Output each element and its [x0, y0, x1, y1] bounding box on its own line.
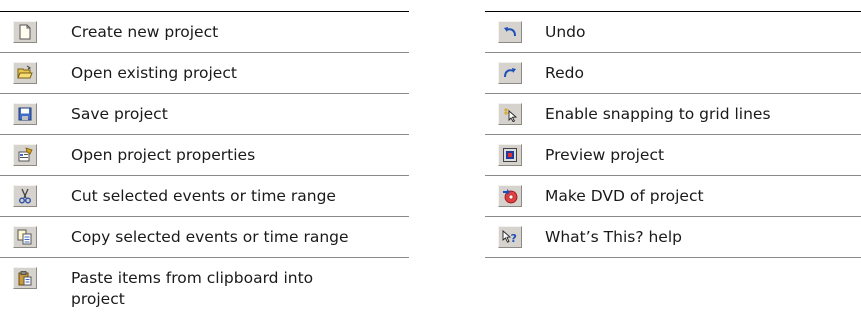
table-row: Save project — [0, 94, 409, 135]
save-floppy-icon — [13, 103, 37, 125]
svg-text:?: ? — [511, 232, 517, 245]
row-label: Open project properties — [71, 146, 256, 164]
table-row: ? What’s This? help — [485, 217, 861, 258]
row-label: Paste items from clipboard into project — [71, 269, 314, 308]
right-toolbar-reference-table: Undo Redo Enable snapping to grid lines — [485, 11, 861, 258]
paste-clipboard-icon — [13, 267, 37, 289]
row-label: Cut selected events or time range — [71, 187, 336, 205]
table-row: Redo — [485, 53, 861, 94]
copy-icon — [13, 226, 37, 248]
table-row: Create new project — [0, 12, 409, 53]
preview-monitor-icon — [498, 144, 522, 166]
new-document-icon — [13, 21, 37, 43]
table-row: Open project properties — [0, 135, 409, 176]
redo-icon — [498, 62, 522, 84]
row-label: Preview project — [545, 146, 665, 164]
whats-this-help-icon: ? — [498, 226, 522, 248]
row-label: Undo — [545, 23, 586, 41]
open-folder-icon — [13, 62, 37, 84]
row-label: Enable snapping to grid lines — [545, 105, 771, 123]
row-label: What’s This? help — [545, 228, 682, 246]
properties-icon — [13, 144, 37, 166]
row-label: Create new project — [71, 23, 219, 41]
table-row: Make DVD of project — [485, 176, 861, 217]
row-label: Open existing project — [71, 64, 237, 82]
table-row: Copy selected events or time range — [0, 217, 409, 258]
cut-scissors-icon — [13, 185, 37, 207]
table-row: Open existing project — [0, 53, 409, 94]
snap-grid-icon — [498, 103, 522, 125]
undo-icon — [498, 21, 522, 43]
left-toolbar-reference-table: Create new project Open existing project… — [0, 11, 409, 329]
table-row: Paste items from clipboard into project — [0, 258, 409, 329]
row-label: Save project — [71, 105, 168, 123]
make-dvd-icon — [498, 185, 522, 207]
table-row: Undo — [485, 12, 861, 53]
table-row: Cut selected events or time range — [0, 176, 409, 217]
row-label: Copy selected events or time range — [71, 228, 349, 246]
row-label: Make DVD of project — [545, 187, 704, 205]
table-row: Enable snapping to grid lines — [485, 94, 861, 135]
table-row: Preview project — [485, 135, 861, 176]
row-label: Redo — [545, 64, 584, 82]
